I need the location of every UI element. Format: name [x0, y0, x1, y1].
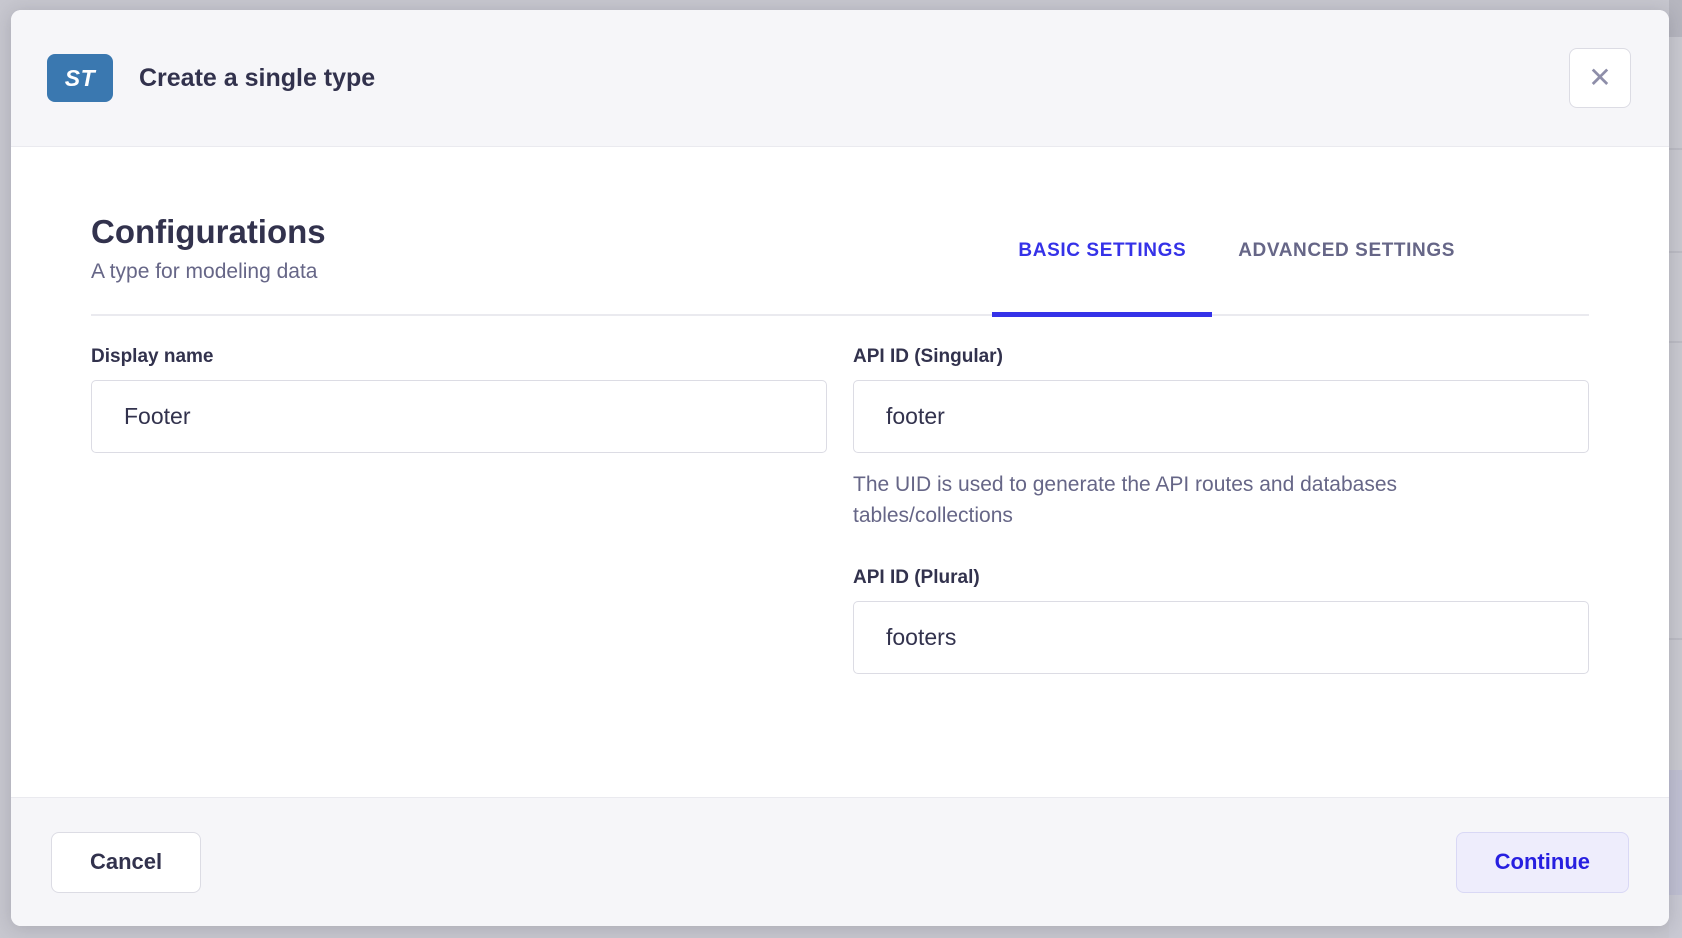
modal-title: Create a single type	[139, 64, 375, 93]
close-icon: ✕	[1588, 64, 1611, 92]
api-id-singular-input[interactable]	[853, 380, 1589, 453]
api-id-singular-field: API ID (Singular) The UID is used to gen…	[853, 346, 1589, 531]
single-type-badge-icon: ST	[47, 54, 113, 102]
api-id-singular-hint: The UID is used to generate the API rout…	[853, 469, 1478, 531]
form-column-left: Display name	[91, 346, 827, 674]
api-id-plural-field: API ID (Plural)	[853, 567, 1589, 674]
create-single-type-modal: ST Create a single type ✕ Configurations…	[11, 10, 1669, 926]
page-backdrop: ST Create a single type ✕ Configurations…	[0, 0, 1682, 938]
modal-body: Configurations A type for modeling data …	[11, 147, 1669, 797]
tab-advanced-settings[interactable]: ADVANCED SETTINGS	[1212, 240, 1481, 314]
section-titles: Configurations A type for modeling data	[91, 211, 326, 314]
form-column-right: API ID (Singular) The UID is used to gen…	[853, 346, 1589, 674]
modal-footer: Cancel Continue	[11, 797, 1669, 926]
settings-tabs: BASIC SETTINGS ADVANCED SETTINGS	[992, 240, 1481, 314]
tab-basic-settings[interactable]: BASIC SETTINGS	[992, 240, 1212, 314]
section-title: Configurations	[91, 211, 326, 252]
api-id-plural-input[interactable]	[853, 601, 1589, 674]
modal-header: ST Create a single type ✕	[11, 10, 1669, 147]
section-head: Configurations A type for modeling data …	[91, 147, 1589, 316]
display-name-field: Display name	[91, 346, 827, 453]
continue-button[interactable]: Continue	[1456, 832, 1629, 893]
cancel-button[interactable]: Cancel	[51, 832, 201, 893]
background-page-rows	[1669, 0, 1682, 938]
close-button[interactable]: ✕	[1569, 48, 1631, 108]
api-id-plural-label: API ID (Plural)	[853, 567, 1589, 589]
display-name-input[interactable]	[91, 380, 827, 453]
configuration-form: Display name API ID (Singular) The UID i…	[91, 346, 1589, 674]
display-name-label: Display name	[91, 346, 827, 368]
section-subtitle: A type for modeling data	[91, 260, 326, 284]
api-id-singular-label: API ID (Singular)	[853, 346, 1589, 368]
